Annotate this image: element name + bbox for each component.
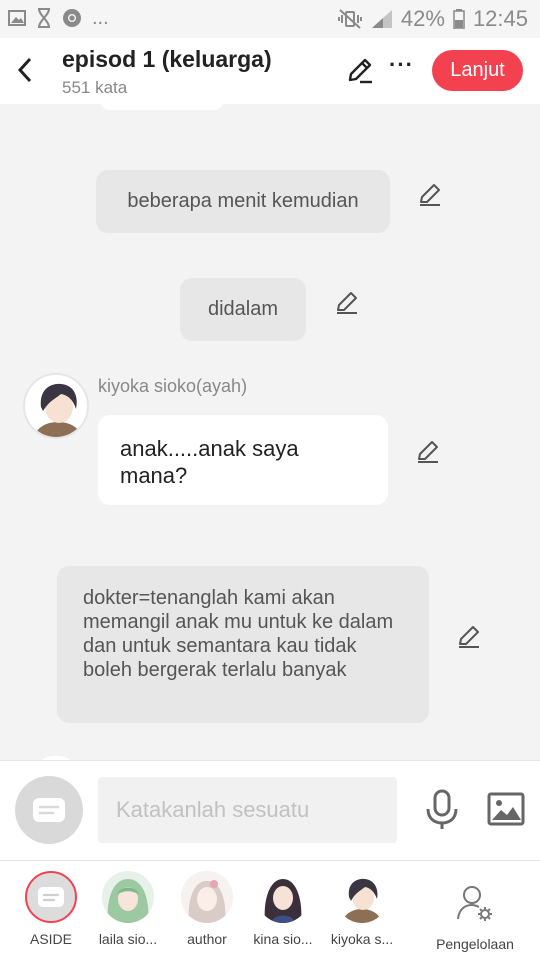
chrome-icon	[63, 9, 81, 27]
episode-title: episod 1 (keluarga)	[62, 46, 272, 72]
image-notification-icon	[8, 10, 26, 26]
speaker-name: kiyoka sioko(ayah)	[98, 376, 248, 396]
character-bar: ASIDE laila sio... author kina sio... ki…	[0, 860, 540, 960]
narration-text: dokter=tenanglah kami akan memangil anak…	[83, 587, 394, 681]
battery-percent: 42%	[400, 6, 445, 31]
compose-bar	[0, 760, 540, 860]
narration-text: beberapa menit kemudian	[127, 190, 359, 212]
aside-avatar	[25, 871, 77, 923]
battery-icon	[453, 9, 465, 29]
narration-message[interactable]: dokter=tenanglah kami akan memangil anak…	[57, 566, 429, 723]
edit-message-icon[interactable]	[417, 181, 443, 207]
hourglass-icon	[38, 8, 50, 28]
character-avatar	[181, 871, 233, 923]
vibrate-mute-icon	[337, 9, 362, 29]
user-settings-icon	[457, 886, 492, 921]
character-author[interactable]: author	[167, 871, 247, 947]
edit-message-icon[interactable]	[334, 289, 360, 315]
clock: 12:45	[472, 6, 528, 31]
character-aside[interactable]: ASIDE	[11, 871, 91, 947]
image-upload-icon[interactable]	[487, 792, 525, 826]
message-box-icon	[33, 798, 65, 822]
speaker-avatar[interactable]	[23, 373, 89, 439]
more-notifications: ...	[92, 7, 109, 29]
continue-button[interactable]: Lanjut	[432, 50, 523, 91]
character-label: author	[187, 931, 227, 947]
edit-title-icon[interactable]	[346, 56, 374, 84]
character-portrait-icon	[181, 871, 233, 923]
chat-area[interactable]: beberapa menit kemudian didalam kiyoka s…	[0, 104, 540, 760]
character-kiyoka[interactable]: kiyoka s...	[322, 871, 402, 947]
character-portrait-icon	[336, 871, 388, 923]
back-button[interactable]	[10, 52, 40, 86]
microphone-icon[interactable]	[424, 789, 460, 831]
manage-label: Pengelolaan	[436, 936, 514, 952]
character-label: kina sio...	[253, 931, 313, 947]
edit-message-icon[interactable]	[456, 623, 482, 649]
character-avatar	[336, 871, 388, 923]
character-label: kiyoka s...	[330, 931, 394, 947]
character-kina[interactable]: kina sio...	[243, 871, 323, 947]
status-bar: ... 42% 12:45	[0, 0, 540, 38]
character-label: laila sio...	[98, 931, 158, 947]
edit-message-icon[interactable]	[415, 438, 441, 464]
character-laila[interactable]: laila sio...	[88, 871, 168, 947]
character-portrait-icon	[257, 871, 309, 923]
character-avatar	[257, 871, 309, 923]
dialogue-text: anak.....anak saya mana?	[120, 436, 299, 488]
chevron-left-icon	[17, 57, 32, 83]
character-avatar	[102, 871, 154, 923]
manage-characters-button[interactable]: Pengelolaan	[430, 883, 520, 952]
word-count: 551 kata	[62, 78, 128, 97]
character-portrait-icon	[102, 871, 154, 923]
character-portrait-icon	[25, 375, 87, 437]
narration-text: didalam	[207, 298, 279, 320]
signal-icon	[371, 10, 392, 28]
narration-message[interactable]: beberapa menit kemudian	[96, 170, 390, 233]
story-header: episod 1 (keluarga) 551 kata ··· Lanjut	[0, 38, 540, 104]
message-box-icon	[38, 887, 64, 907]
more-options-button[interactable]: ···	[389, 52, 414, 78]
dialogue-bubble[interactable]: anak.....anak saya mana?	[98, 415, 388, 505]
message-input[interactable]	[98, 777, 397, 843]
partial-message	[100, 104, 224, 110]
narration-message[interactable]: didalam	[180, 278, 306, 341]
aside-toggle-button[interactable]	[15, 776, 83, 844]
character-label: ASIDE	[29, 931, 72, 947]
